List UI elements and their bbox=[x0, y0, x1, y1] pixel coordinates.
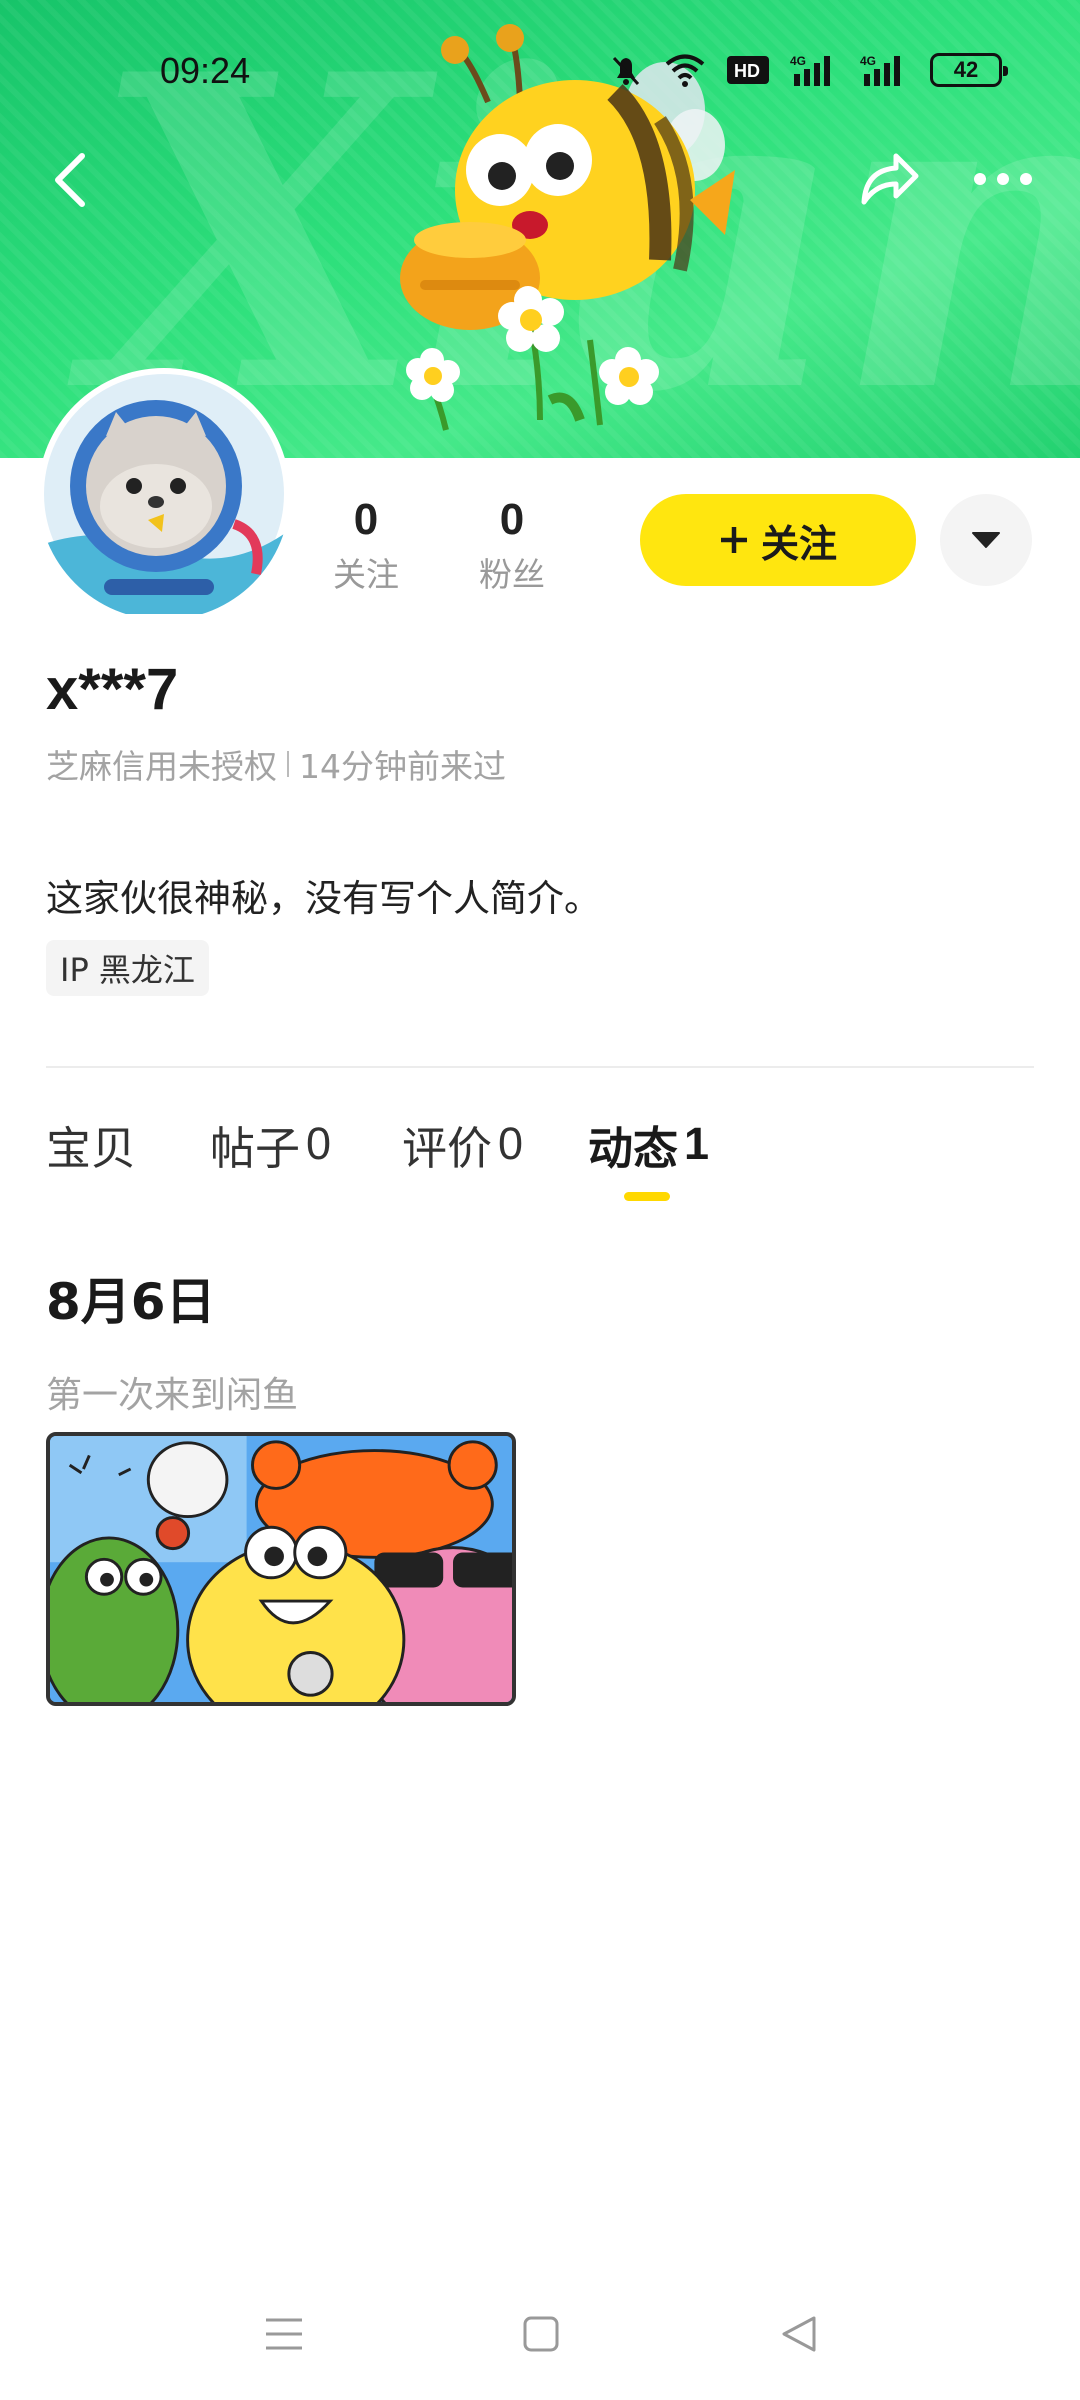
tab-reviews[interactable]: 评价 0 bbox=[402, 1112, 523, 1176]
profile-page: Xianyu bbox=[0, 0, 1080, 2400]
active-tab-indicator bbox=[624, 1192, 670, 1201]
status-bar: 09:24 HD 4G 4G 42 bbox=[0, 44, 1080, 104]
last-seen: 14分钟前来过 bbox=[299, 747, 506, 786]
avatar[interactable] bbox=[38, 368, 290, 620]
tab-count: 0 bbox=[498, 1118, 524, 1169]
tab-count: 1 bbox=[684, 1118, 710, 1169]
menu-icon[interactable] bbox=[264, 2314, 304, 2354]
meta-separator bbox=[287, 751, 289, 777]
profile-meta: 芝麻信用未授权 14分钟前来过 bbox=[46, 740, 506, 788]
battery-indicator: 42 bbox=[930, 53, 1008, 87]
following-count: 0 bbox=[353, 495, 379, 544]
tab-label: 动态 bbox=[588, 1121, 679, 1175]
timeline-date: 8月6日 bbox=[46, 1273, 216, 1331]
tab-count: 0 bbox=[306, 1118, 332, 1169]
timeline-event-image[interactable] bbox=[46, 1432, 516, 1706]
signal-4g-icon: 4G bbox=[790, 54, 830, 86]
mute-bell-icon bbox=[612, 56, 640, 86]
bio-text: 这家伙很神秘，没有写个人简介。 bbox=[46, 877, 601, 920]
fans-stat[interactable]: 0 粉丝 bbox=[476, 490, 548, 600]
signal-4g-label: 4G bbox=[790, 54, 806, 68]
more-options-dropdown-button[interactable] bbox=[940, 494, 1032, 586]
follow-button-label: 关注 bbox=[760, 521, 837, 566]
section-divider bbox=[46, 1066, 1034, 1068]
fans-count: 0 bbox=[499, 495, 525, 544]
hd-badge-text: HD bbox=[734, 61, 760, 81]
tab-label: 帖子 bbox=[210, 1121, 301, 1175]
fans-label: 粉丝 bbox=[479, 555, 545, 594]
ip-location-tag: IP 黑龙江 bbox=[46, 940, 209, 996]
tab-label: 评价 bbox=[402, 1121, 493, 1175]
home-square-icon[interactable] bbox=[522, 2314, 560, 2354]
following-stat[interactable]: 0 关注 bbox=[330, 490, 402, 600]
seal-astronaut-avatar-image bbox=[44, 374, 284, 614]
caret-down-icon bbox=[972, 532, 1000, 548]
tab-moments[interactable]: 动态 1 bbox=[588, 1112, 709, 1176]
follow-button[interactable]: 关注 bbox=[640, 494, 916, 586]
system-navigation-bar bbox=[0, 2300, 1080, 2370]
tab-label: 宝贝 bbox=[46, 1121, 137, 1175]
back-triangle-icon[interactable] bbox=[780, 2314, 818, 2354]
back-arrow-icon[interactable] bbox=[48, 150, 92, 210]
signal-4g-icon-2: 4G bbox=[860, 54, 900, 86]
timeline-event-text: 第一次来到闲鱼 bbox=[46, 1375, 299, 1416]
credit-status[interactable]: 芝麻信用未授权 bbox=[46, 740, 277, 788]
cartoon-characters-illustration bbox=[50, 1436, 512, 1702]
plus-icon bbox=[720, 527, 747, 553]
share-icon[interactable] bbox=[856, 148, 920, 208]
hd-badge-icon: HD bbox=[727, 56, 769, 84]
username: x***7 bbox=[46, 657, 179, 722]
tab-posts[interactable]: 帖子 0 bbox=[210, 1112, 331, 1176]
wifi-icon bbox=[665, 54, 705, 87]
status-icons: HD 4G 4G 42 bbox=[608, 52, 1008, 88]
following-label: 关注 bbox=[333, 555, 399, 594]
tab-goods[interactable]: 宝贝 bbox=[46, 1112, 142, 1176]
signal-4g-label-2: 4G bbox=[860, 54, 876, 68]
status-time: 09:24 bbox=[160, 50, 251, 91]
more-icon[interactable] bbox=[972, 164, 1034, 194]
